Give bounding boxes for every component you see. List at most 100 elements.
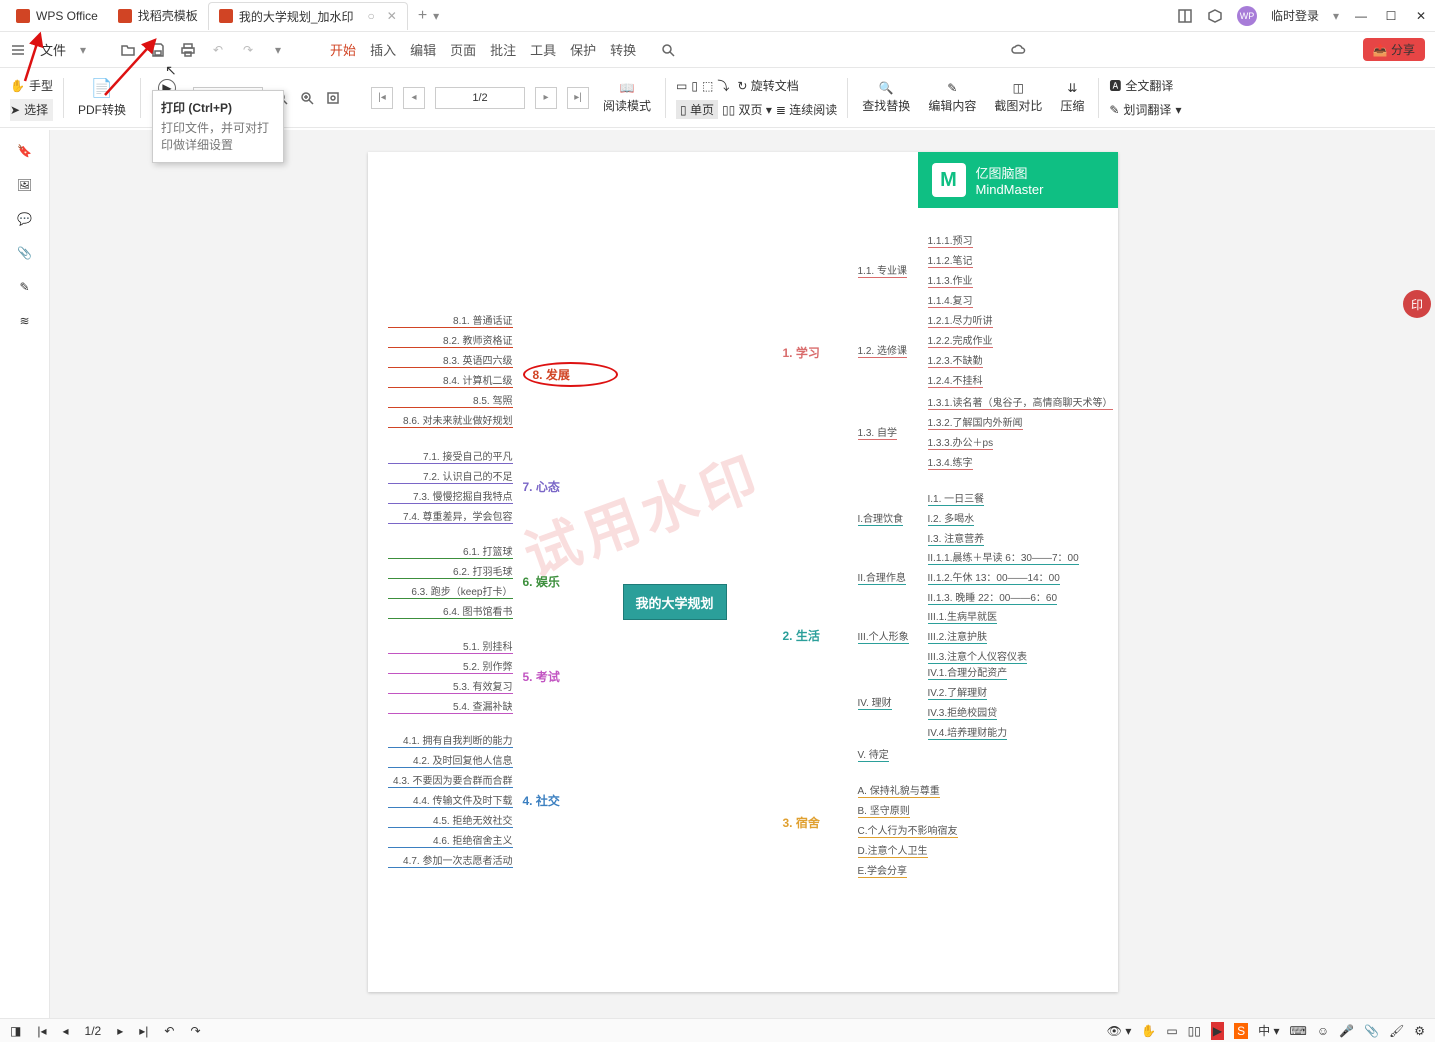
layout-icon[interactable] — [1177, 8, 1193, 24]
hand-tool[interactable]: ✋ 手型 — [10, 75, 53, 97]
save-icon[interactable] — [150, 42, 166, 58]
mindmap-node: A. 保持礼貌与尊重 — [858, 782, 940, 798]
hand-status-icon[interactable]: ✋ — [1141, 1024, 1156, 1038]
prev-page-status[interactable]: ◂ — [62, 1024, 68, 1038]
edit-content[interactable]: ✎编辑内容 — [924, 81, 980, 114]
close-icon[interactable]: ✕ — [1413, 8, 1429, 24]
mindmap-node: C.个人行为不影响宿友 — [858, 822, 958, 838]
new-tab-button[interactable]: + — [418, 7, 427, 25]
fit-width-icon[interactable]: ▭ — [676, 79, 687, 93]
print-icon[interactable] — [180, 42, 196, 58]
pdf-convert[interactable]: 📄PDF转换 — [74, 78, 130, 118]
mindmap-node: 2. 生活 — [783, 627, 820, 644]
tab-wps-office[interactable]: WPS Office — [6, 2, 108, 30]
last-page-button[interactable]: ▸| — [567, 87, 589, 109]
file-menu[interactable]: 文件 — [40, 40, 66, 59]
attachment-icon[interactable]: 📎 — [17, 246, 32, 260]
brand-logo-icon: M — [932, 163, 966, 197]
mindmap-node: 4.7. 参加一次志愿者活动 — [388, 852, 513, 868]
prev-page-button[interactable]: ◂ — [403, 87, 425, 109]
rotate-button[interactable]: ↻ 旋转文档 — [737, 77, 798, 94]
menu-edit[interactable]: 编辑 — [410, 40, 436, 59]
undo-icon[interactable]: ↶ — [210, 42, 226, 58]
zoom-in-icon[interactable] — [299, 90, 315, 106]
pagebreak-icon[interactable]: ⤵ — [717, 77, 729, 94]
menu-insert[interactable]: 插入 — [370, 40, 396, 59]
mindmap-node: IV.4.培养理财能力 — [928, 724, 1008, 740]
next-page-button[interactable]: ▸ — [535, 87, 557, 109]
mindmap-node: III.2.注意护肤 — [928, 628, 987, 644]
word-translate[interactable]: ✎ 划词翻译 ▾ — [1109, 99, 1181, 121]
mindmap-node: 1.2.4.不挂科 — [928, 372, 983, 388]
clip-icon[interactable]: 📎 — [1364, 1024, 1379, 1038]
last-page-status[interactable]: ▸| — [139, 1024, 148, 1038]
lang-icon[interactable]: 中 ▾ — [1258, 1022, 1279, 1039]
select-tool[interactable]: ➤ 选择 — [10, 99, 53, 121]
login-label[interactable]: 临时登录 — [1271, 7, 1319, 24]
rec-icon[interactable]: ▶ — [1211, 1022, 1224, 1040]
cube-icon[interactable] — [1207, 8, 1223, 24]
thumbnail-icon[interactable]: 🖼 — [17, 178, 32, 192]
menu-tools[interactable]: 工具 — [530, 40, 556, 59]
menu-convert[interactable]: 转换 — [610, 40, 636, 59]
first-page-status[interactable]: |◂ — [37, 1024, 46, 1038]
next-page-status[interactable]: ▸ — [117, 1024, 123, 1038]
search-icon[interactable] — [660, 42, 676, 58]
mindmap-node: 5.3. 有效复习 — [388, 678, 513, 694]
menu-protect[interactable]: 保护 — [570, 40, 596, 59]
paint-icon[interactable]: 🖌 — [1389, 1024, 1404, 1038]
find-replace[interactable]: 🔍查找替换 — [858, 81, 914, 114]
s-icon[interactable]: S — [1234, 1023, 1248, 1039]
reading-mode-toggle[interactable]: 📖阅读模式 — [599, 81, 655, 114]
open-icon[interactable] — [120, 42, 136, 58]
mic-icon[interactable]: 🎤 — [1339, 1024, 1354, 1038]
user-avatar[interactable]: WP — [1237, 6, 1257, 26]
mindmap-node: IV.2.了解理财 — [928, 684, 988, 700]
single-page-button[interactable]: ▯ 单页 — [676, 100, 718, 119]
minimize-icon[interactable]: — — [1353, 8, 1369, 24]
stamp-icon[interactable]: 印 — [1403, 290, 1431, 318]
mindmap-node: I.1. 一日三餐 — [928, 490, 985, 506]
smiley-icon[interactable]: ☺ — [1317, 1024, 1329, 1038]
tab-document[interactable]: 我的大学规划_加水印 ○ ✕ — [208, 2, 408, 30]
qat-dropdown-icon[interactable]: ▾ — [270, 42, 286, 58]
pencil-icon[interactable]: ✎ — [19, 280, 29, 294]
continuous-button[interactable]: ≣ 连续阅读 — [776, 101, 837, 118]
share-button[interactable]: 📤 分享 — [1363, 38, 1425, 61]
keyboard-icon[interactable]: ⌨ — [1290, 1024, 1307, 1038]
full-translate[interactable]: 🅰 全文翻译 — [1109, 75, 1181, 97]
rotate-left-status[interactable]: ↶ — [164, 1024, 174, 1038]
redo-icon[interactable]: ↷ — [240, 42, 256, 58]
layers-icon[interactable]: ≋ — [19, 314, 29, 328]
menu-page[interactable]: 页面 — [450, 40, 476, 59]
fit-page-icon[interactable]: ▯ — [691, 79, 698, 93]
menu-annotate[interactable]: 批注 — [490, 40, 516, 59]
rotate-right-status[interactable]: ↷ — [190, 1024, 200, 1038]
view-single-icon[interactable]: ▭ — [1166, 1024, 1177, 1038]
tab-templates[interactable]: 找稻壳模板 — [108, 2, 208, 30]
first-page-button[interactable]: |◂ — [371, 87, 393, 109]
view-double-icon[interactable]: ▯▯ — [1188, 1024, 1201, 1038]
document-canvas[interactable]: M 亿图脑图MindMaster 试用水印 我的大学规划 1. 学习1.1. 专… — [50, 130, 1435, 1018]
hamburger-icon[interactable] — [10, 42, 26, 58]
double-page-button[interactable]: ▯▯ 双页 ▾ — [722, 101, 772, 118]
compress[interactable]: ⇊压缩 — [1056, 81, 1088, 114]
gear-icon[interactable]: ⚙ — [1414, 1024, 1425, 1038]
sidebar-toggle-icon[interactable]: ◨ — [10, 1024, 21, 1038]
bookmark-icon[interactable]: 🔖 — [17, 144, 32, 158]
eye-icon[interactable]: 👁 ▾ — [1107, 1024, 1132, 1038]
cloud-icon[interactable] — [1011, 42, 1027, 58]
mindmap-node: I.2. 多喝水 — [928, 510, 975, 526]
tab-pin-icon[interactable]: ○ — [368, 9, 375, 23]
page-input[interactable] — [435, 87, 525, 109]
mindmap-node: II.1.1.晨练＋早读 6：30——7：00 — [928, 549, 1079, 565]
menu-start[interactable]: 开始 — [330, 40, 356, 59]
fit-icon[interactable] — [325, 90, 341, 106]
tab-close-icon[interactable]: ✕ — [387, 9, 397, 23]
comment-icon[interactable]: 💬 — [17, 212, 32, 226]
maximize-icon[interactable]: ☐ — [1383, 8, 1399, 24]
watermark: 试用水印 — [511, 432, 772, 593]
tab-menu-icon[interactable]: ▾ — [433, 9, 439, 23]
screenshot-compare[interactable]: ◫截图对比 — [990, 81, 1046, 114]
actual-size-icon[interactable]: ⬚ — [702, 79, 713, 93]
